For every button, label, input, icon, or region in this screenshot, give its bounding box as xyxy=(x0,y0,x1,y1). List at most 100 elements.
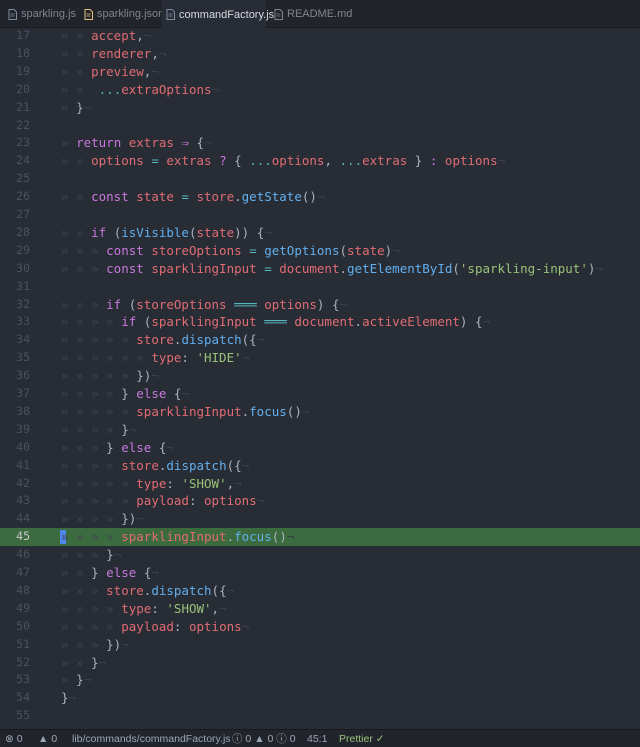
code-line[interactable]: 29 » » » const storeOptions = getOptions(… xyxy=(0,242,640,260)
code-line[interactable]: 50 » » » » payload: options¬ xyxy=(0,618,640,636)
code-token: . xyxy=(226,529,235,545)
code-line[interactable]: 48 » » » store.dispatch({¬ xyxy=(0,582,640,600)
code-line[interactable]: 53 » }¬ xyxy=(0,671,640,689)
code-line[interactable]: 51 » » » })¬ xyxy=(0,636,640,654)
code-line[interactable]: 33 » » » » if (sparklingInput ═══ documen… xyxy=(0,313,640,331)
code-line[interactable]: 46 » » » }¬ xyxy=(0,546,640,564)
warning-count[interactable]: ▲ 0 xyxy=(38,732,57,746)
code-line[interactable]: 35 » » » » » » type: 'HIDE'¬ xyxy=(0,349,640,367)
code-line[interactable]: 23 » return extras ⇒ {¬ xyxy=(0,134,640,152)
warning-icon: ▲ xyxy=(38,733,49,745)
code-line[interactable]: 38 » » » » » sparklingInput.focus()¬ xyxy=(0,403,640,421)
code-token: }) xyxy=(121,511,137,527)
code-token: extraOptions xyxy=(121,81,212,97)
code-line[interactable]: 17 » » accept,¬ xyxy=(0,27,640,45)
code-token: }) xyxy=(106,636,122,652)
line-number: 54 xyxy=(16,690,30,705)
line-number: 22 xyxy=(16,117,30,132)
code-token: document xyxy=(279,260,340,276)
code-token: dispatch xyxy=(151,582,212,598)
code-line[interactable]: 25 xyxy=(0,170,640,188)
line-number: 24 xyxy=(16,153,30,168)
code-line[interactable]: 37 » » » » } else {¬ xyxy=(0,385,640,403)
code-token: const xyxy=(106,260,152,276)
code-token: dispatch xyxy=(166,457,227,473)
code-token: 'HIDE' xyxy=(196,350,242,366)
eol-marker: ¬ xyxy=(143,28,152,43)
code-token: , xyxy=(226,475,235,491)
indent-guide: » » » » xyxy=(61,529,122,545)
code-line[interactable]: 49 » » » » type: 'SHOW',¬ xyxy=(0,600,640,618)
code-token: type xyxy=(121,600,152,616)
code-line[interactable]: 41 » » » » store.dispatch({¬ xyxy=(0,457,640,475)
code-token: extras xyxy=(128,135,182,151)
code-line[interactable]: 43 » » » » » payload: options¬ xyxy=(0,492,640,510)
indent-guide: » » xyxy=(61,654,92,670)
tab-commandfactory-js[interactable]: commandFactory.js xyxy=(162,0,274,29)
code-text: » return extras ⇒ {¬ xyxy=(61,134,212,152)
code-token: else xyxy=(106,565,144,580)
code-line[interactable]: 42 » » » » » type: 'SHOW',¬ xyxy=(0,475,640,493)
code-line[interactable]: 18 » » renderer,¬ xyxy=(0,45,640,63)
code-token: { xyxy=(234,153,250,169)
code-line[interactable]: 40 » » » } else {¬ xyxy=(0,439,640,457)
code-token: } xyxy=(121,386,137,401)
file-path[interactable]: lib/commands/commandFactory.js xyxy=(72,732,231,746)
code-token: const xyxy=(106,242,152,258)
line-number: 20 xyxy=(16,81,30,96)
code-line[interactable]: 26 » » const state = store.getState()¬ xyxy=(0,188,640,206)
code-line[interactable]: 44 » » » » })¬ xyxy=(0,510,640,528)
code-line[interactable]: 52 » » }¬ xyxy=(0,654,640,672)
js-file-icon xyxy=(8,8,17,20)
code-line[interactable]: 32 » » » if (storeOptions ═══ options) {¬ xyxy=(0,296,640,314)
code-line[interactable]: 55 xyxy=(0,707,640,725)
code-line[interactable]: 54}¬ xyxy=(0,689,640,707)
tab-readme-md[interactable]: README.md xyxy=(270,0,352,28)
code-line[interactable]: 36 » » » » » })¬ xyxy=(0,367,640,385)
eol-marker: ¬ xyxy=(113,547,122,563)
code-line[interactable]: 28 » » if (isVisible(state)) {¬ xyxy=(0,224,640,242)
cursor-position[interactable]: 45:1 xyxy=(307,732,327,746)
code-token: focus xyxy=(234,529,272,545)
code-line[interactable]: 22 xyxy=(0,117,640,135)
eol-marker: ¬ xyxy=(166,439,174,455)
indent-guide: » » » » xyxy=(61,314,122,330)
code-text: » » » » » })¬ xyxy=(61,367,159,385)
code-token: ? xyxy=(219,153,235,169)
code-line[interactable]: 47 » » } else {¬ xyxy=(0,564,640,582)
code-token: } xyxy=(91,654,99,670)
code-line[interactable]: 20 » » ...extraOptions¬ xyxy=(0,81,640,99)
eol-marker: ¬ xyxy=(83,99,92,115)
indent-guide: » » » » » xyxy=(61,475,137,491)
eol-marker: ¬ xyxy=(286,529,295,545)
prettier-status[interactable]: Prettier ✓ xyxy=(339,732,385,746)
code-token: 'SHOW' xyxy=(166,600,212,616)
eol-marker: ¬ xyxy=(136,511,144,527)
code-line[interactable]: 45 » » » » sparklingInput.focus()¬ xyxy=(0,528,640,547)
code-line[interactable]: 31 xyxy=(0,278,640,296)
line-number: 26 xyxy=(16,189,30,204)
code-token: = xyxy=(249,242,265,258)
code-text: » » » » type: 'SHOW',¬ xyxy=(61,600,227,618)
indent-guide: » » » » xyxy=(61,457,122,473)
code-token: } xyxy=(414,153,430,169)
line-number: 52 xyxy=(16,654,30,669)
tab-sparkling-js[interactable]: sparkling.js xyxy=(4,0,76,28)
linter-summary[interactable]: ⓘ 0 ▲ 0 ⓘ 0 xyxy=(232,732,296,746)
tab-sparkling-json[interactable]: sparkling.json xyxy=(80,0,164,28)
code-line[interactable]: 19 » » preview,¬ xyxy=(0,63,640,81)
error-count[interactable]: ⊗ 0 xyxy=(5,732,23,746)
warning-icon: ▲ xyxy=(254,733,265,745)
code-text: » » » » sparklingInput.focus()¬ xyxy=(61,528,294,546)
code-line[interactable]: 30 » » » const sparklingInput = document.… xyxy=(0,260,640,278)
code-line[interactable]: 27 xyxy=(0,206,640,224)
code-token: ═══ xyxy=(234,296,265,312)
code-editor[interactable]: 17» » accept,¬ 18» » renderer,¬ 19» » prev… xyxy=(0,28,640,729)
code-line[interactable]: 39 » » » » }¬ xyxy=(0,421,640,439)
code-text: » » } else {¬ xyxy=(61,564,159,582)
code-line[interactable]: 21 » }¬ xyxy=(0,99,640,117)
code-line[interactable]: 34 » » » » » store.dispatch({¬ xyxy=(0,331,640,349)
line-number: 34 xyxy=(16,332,30,347)
code-line[interactable]: 24» » options = extras ? { ...options, .… xyxy=(0,152,640,170)
